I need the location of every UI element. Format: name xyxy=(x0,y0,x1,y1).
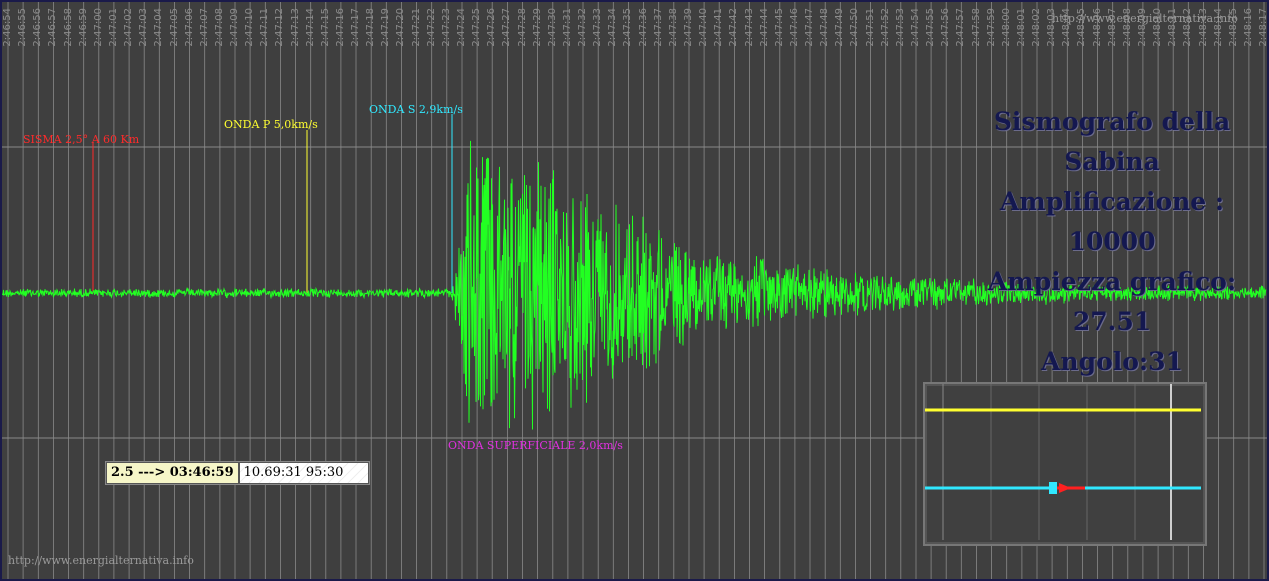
time-tick-label: 2:47:27 xyxy=(501,8,513,47)
time-tick-label: 2:47:47 xyxy=(804,8,815,47)
time-tick-label: 2:47:43 xyxy=(743,8,755,47)
time-tick-label: 2:47:06 xyxy=(183,8,195,47)
time-tick-label: 2:47:10 xyxy=(244,8,256,47)
time-tick-label: 2:46:57 xyxy=(47,8,59,47)
seismograph-window: 2:46:54 2:46:55 2:46:56 2:46:57 2:46:58 2:46:… xyxy=(0,0,1269,581)
time-tick-label: 2:47:09 xyxy=(229,8,240,47)
time-tick-label: 2:47:07 xyxy=(198,8,210,47)
mini-overview-plot xyxy=(925,384,1201,540)
time-tick-label: 2:47:14 xyxy=(304,8,316,47)
time-tick-label: 2:47:00 xyxy=(92,8,104,47)
time-tick-label: 2:47:54 xyxy=(910,8,921,47)
time-tick-label: 2:47:52 xyxy=(879,8,891,47)
time-tick-label: 2:47:33 xyxy=(592,8,604,47)
time-tick-label: 2:47:15 xyxy=(319,8,331,47)
time-tick-label: 2:47:50 xyxy=(849,8,861,47)
time-tick-label: 2:47:53 xyxy=(894,8,906,47)
time-tick-label: 2:47:35 xyxy=(622,8,634,47)
time-tick-label: 2:47:08 xyxy=(213,8,225,47)
time-tick-label: 2:46:59 xyxy=(77,8,89,47)
time-tick-label: 2:48:01 xyxy=(1015,8,1027,47)
event-readout: 2.5 ---> 03:46:59 10.69:31 95:30 xyxy=(105,461,370,485)
time-tick-label: 2:47:51 xyxy=(864,8,876,47)
time-tick-label: 2:47:30 xyxy=(546,8,558,47)
mini-overview-panel xyxy=(923,382,1207,546)
time-tick-label: 2:46:55 xyxy=(17,8,29,47)
time-tick-label: 2:47:38 xyxy=(667,8,679,47)
time-tick-label: 2:47:18 xyxy=(365,8,377,47)
time-tick-label: 2:47:41 xyxy=(713,8,725,47)
marker-label-surface-wave: ONDA SUPERFICIALE 2,0km/s xyxy=(448,439,623,452)
marker-label-sisma: SISMA 2,5° A 60 Km xyxy=(23,133,140,146)
time-tick-label: 2:47:55 xyxy=(925,8,937,47)
time-tick-label: 2:48:16 xyxy=(1242,8,1254,47)
time-tick-label: 2:47:56 xyxy=(940,8,952,47)
time-tick-label: 2:47:26 xyxy=(486,8,498,47)
time-tick-label: 2:47:44 xyxy=(758,8,770,47)
time-tick-label: 2:47:13 xyxy=(289,8,301,47)
time-tick-label: 2:47:42 xyxy=(728,8,740,47)
marker-label-s-wave: ONDA S 2,9km/s xyxy=(369,103,463,116)
time-tick-label: 2:47:48 xyxy=(819,8,831,47)
time-tick-label: 2:47:36 xyxy=(637,8,649,47)
time-tick-label: 2:47:16 xyxy=(334,8,346,47)
time-tick-label: 2:48:00 xyxy=(1000,8,1012,47)
time-tick-label: 2:48:17 xyxy=(1258,8,1269,47)
time-tick-label: 2:46:54 xyxy=(2,8,13,47)
time-tick-label: 2:47:29 xyxy=(531,8,543,47)
time-tick-label: 2:47:39 xyxy=(683,8,694,47)
title-amplitude: Ampiezza grafico: 27.51 xyxy=(987,267,1237,336)
time-tick-label: 2:47:57 xyxy=(955,8,967,47)
time-tick-label: 2:46:58 xyxy=(62,8,74,47)
time-tick-label: 2:47:46 xyxy=(788,8,800,47)
title-amplification: Amplificazione : 10000 xyxy=(999,187,1225,256)
time-tick-label: 2:47:58 xyxy=(970,8,982,47)
time-tick-label: 2:47:34 xyxy=(607,8,619,47)
marker-label-p-wave: ONDA P 5,0km/s xyxy=(224,118,318,131)
time-tick-label: 2:47:22 xyxy=(425,8,437,47)
time-tick-label: 2:47:28 xyxy=(516,8,528,47)
time-tick-label: 2:47:24 xyxy=(456,8,467,47)
title-name: Sismografo della Sabina xyxy=(993,107,1231,176)
time-tick-label: 2:47:37 xyxy=(652,8,664,47)
time-tick-label: 2:47:20 xyxy=(395,8,407,47)
time-tick-label: 2:47:23 xyxy=(440,8,452,47)
time-tick-label: 2:47:17 xyxy=(350,8,361,47)
mini-cursor-handle[interactable] xyxy=(1049,482,1057,494)
time-tick-label: 2:47:12 xyxy=(274,8,286,47)
time-tick-label: 2:48:02 xyxy=(1031,8,1042,47)
time-tick-label: 2:47:04 xyxy=(153,8,165,47)
time-tick-label: 2:47:40 xyxy=(698,8,710,47)
time-tick-label: 2:47:21 xyxy=(410,8,422,47)
watermark-bottom: http://www.energialternativa.info xyxy=(8,554,194,567)
title-block: Sismografo della Sabina Amplificazione :… xyxy=(962,102,1262,382)
time-tick-label: 2:47:05 xyxy=(168,8,180,47)
time-tick-label: 2:46:56 xyxy=(32,8,44,47)
time-tick-label: 2:47:31 xyxy=(561,8,573,47)
time-tick-label: 2:47:25 xyxy=(471,8,483,47)
time-tick-label: 2:47:32 xyxy=(577,8,588,47)
readout-magnitude-time: 2.5 ---> 03:46:59 xyxy=(106,462,239,484)
watermark-top: http://www.energialternativa.info xyxy=(1052,12,1238,25)
readout-coords-field[interactable]: 10.69:31 95:30 xyxy=(238,462,369,484)
time-tick-label: 2:47:11 xyxy=(259,8,271,47)
time-tick-label: 2:47:59 xyxy=(985,8,997,47)
time-tick-label: 2:47:19 xyxy=(380,8,392,47)
mini-cursor-arrow-icon xyxy=(1059,483,1071,493)
title-angle: Angolo:31 xyxy=(1041,347,1183,376)
time-tick-label: 2:47:49 xyxy=(834,8,846,47)
time-tick-label: 2:47:02 xyxy=(123,8,135,47)
time-tick-label: 2:47:01 xyxy=(107,8,119,47)
time-tick-label: 2:47:45 xyxy=(773,8,785,47)
time-tick-label: 2:47:03 xyxy=(138,8,150,47)
